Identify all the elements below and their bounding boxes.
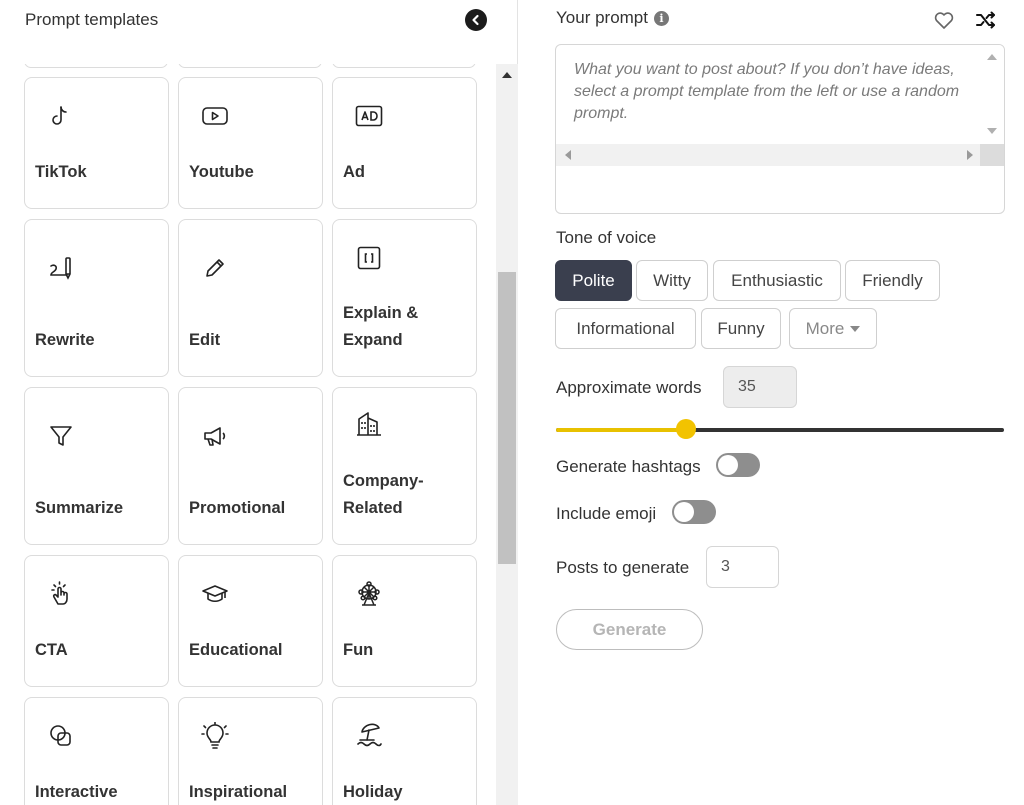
panel-title: Prompt templates xyxy=(25,10,159,29)
prompt-horizontal-scrollbar[interactable] xyxy=(556,144,982,166)
emoji-label: Include emoji xyxy=(556,504,657,523)
template-label: Youtube xyxy=(189,163,254,181)
ferris-wheel-icon xyxy=(355,580,383,608)
triangle-down-icon[interactable] xyxy=(986,125,998,137)
emoji-toggle[interactable] xyxy=(672,500,716,524)
generate-button[interactable]: Generate xyxy=(556,609,703,650)
template-card-ad[interactable]: Ad xyxy=(332,77,477,209)
rewrite-icon xyxy=(47,254,75,282)
template-label: Educational xyxy=(189,641,283,659)
template-card-youtube[interactable]: Youtube xyxy=(178,77,323,209)
template-label: Interactive xyxy=(35,783,118,801)
template-card-summarize[interactable]: Summarize xyxy=(24,387,169,545)
more-label: More xyxy=(805,318,845,338)
template-card-holiday[interactable]: Holiday xyxy=(332,697,477,805)
template-card-company-related[interactable]: Company-Related xyxy=(332,387,477,545)
template-card-partial[interactable] xyxy=(332,64,476,68)
slider-thumb[interactable] xyxy=(675,419,696,439)
template-label: Ad xyxy=(343,163,365,181)
template-label: Summarize xyxy=(35,499,124,517)
template-card-partial[interactable] xyxy=(24,64,168,68)
toggle-knob xyxy=(674,502,694,522)
prompt-title: Your prompt xyxy=(556,8,648,27)
triangle-right-icon[interactable] xyxy=(964,149,976,161)
words-label: Approximate words xyxy=(556,378,702,397)
tiktok-icon xyxy=(47,102,75,130)
template-label: Company-Related xyxy=(343,472,424,517)
template-label: Fun xyxy=(343,641,374,659)
funnel-icon xyxy=(47,422,75,450)
hashtags-label: Generate hashtags xyxy=(556,457,701,476)
triangle-up-icon[interactable] xyxy=(986,51,998,63)
scrollbar-corner xyxy=(980,144,1004,166)
favorite-button[interactable] xyxy=(933,10,955,30)
graduation-cap-icon xyxy=(201,580,229,608)
prompt-settings-panel: Your prompt i Tone of voice Polite Witty… xyxy=(519,0,1024,805)
template-card-fun[interactable]: Fun xyxy=(332,555,477,687)
words-slider[interactable] xyxy=(556,419,1004,439)
pencil-icon xyxy=(201,254,229,282)
tone-informational[interactable]: Informational xyxy=(555,308,696,349)
scroll-up-arrow[interactable] xyxy=(496,66,518,84)
template-label: Rewrite xyxy=(35,331,95,349)
template-card-partial[interactable] xyxy=(178,64,322,68)
lightbulb-icon xyxy=(201,722,229,750)
tap-hand-icon xyxy=(47,580,75,608)
prompt-textarea[interactable] xyxy=(556,45,982,144)
template-label: Explain & Expand xyxy=(343,304,419,349)
toggle-knob xyxy=(718,455,738,475)
posts-input[interactable] xyxy=(706,546,779,588)
template-card-edit[interactable]: Edit xyxy=(178,219,323,377)
template-label: Inspirational xyxy=(189,783,288,801)
scroll-thumb[interactable] xyxy=(498,272,516,564)
heart-icon xyxy=(934,12,954,29)
prompt-box xyxy=(555,44,1005,214)
random-prompt-button[interactable] xyxy=(975,10,997,30)
template-label: Holiday xyxy=(343,783,403,801)
template-card-educational[interactable]: Educational xyxy=(178,555,323,687)
info-icon[interactable]: i xyxy=(653,10,669,26)
triangle-left-icon[interactable] xyxy=(562,149,574,161)
tone-enthusiastic[interactable]: Enthusiastic xyxy=(713,260,841,301)
posts-label: Posts to generate xyxy=(556,558,690,577)
megaphone-icon xyxy=(201,422,229,450)
template-card-cta[interactable]: CTA xyxy=(24,555,169,687)
beach-umbrella-icon xyxy=(355,722,383,750)
prompt-templates-panel: Prompt templates TikTok Youtube Ad Rewri… xyxy=(0,0,518,805)
template-card-inspirational[interactable]: Inspirational xyxy=(178,697,323,805)
overlapping-shapes-icon xyxy=(47,722,75,750)
slider-fill xyxy=(556,428,686,432)
template-card-rewrite[interactable]: Rewrite xyxy=(24,219,169,377)
template-card-explain-expand[interactable]: Explain & Expand xyxy=(332,219,477,377)
ad-icon xyxy=(355,102,383,130)
template-card-interactive[interactable]: Interactive xyxy=(24,697,169,805)
template-label: TikTok xyxy=(35,163,87,181)
collapse-panel-button[interactable] xyxy=(465,9,487,31)
template-label: Promotional xyxy=(189,499,286,517)
triangle-up-icon xyxy=(502,72,512,78)
prompt-header: Your prompt i xyxy=(556,8,669,28)
template-label: CTA xyxy=(35,641,68,659)
tone-label: Tone of voice xyxy=(556,228,657,247)
building-icon xyxy=(355,410,383,438)
template-card-promotional[interactable]: Promotional xyxy=(178,387,323,545)
shuffle-icon xyxy=(976,11,995,29)
templates-scrollbar[interactable] xyxy=(496,64,518,805)
youtube-icon xyxy=(201,102,229,130)
expand-brackets-icon xyxy=(355,244,383,272)
tone-funny[interactable]: Funny xyxy=(701,308,781,349)
tone-polite[interactable]: Polite xyxy=(555,260,632,301)
templates-grid: TikTok Youtube Ad Rewrite Edit Explain &… xyxy=(0,64,495,805)
tone-witty[interactable]: Witty xyxy=(636,260,708,301)
hashtags-toggle[interactable] xyxy=(716,453,760,477)
more-tones-dropdown[interactable]: More xyxy=(789,308,877,349)
words-input[interactable] xyxy=(723,366,797,408)
caret-down-icon xyxy=(850,325,861,332)
chevron-left-circle-icon xyxy=(472,14,479,26)
template-card-tiktok[interactable]: TikTok xyxy=(24,77,169,209)
template-label: Edit xyxy=(189,331,221,349)
tone-friendly[interactable]: Friendly xyxy=(845,260,940,301)
